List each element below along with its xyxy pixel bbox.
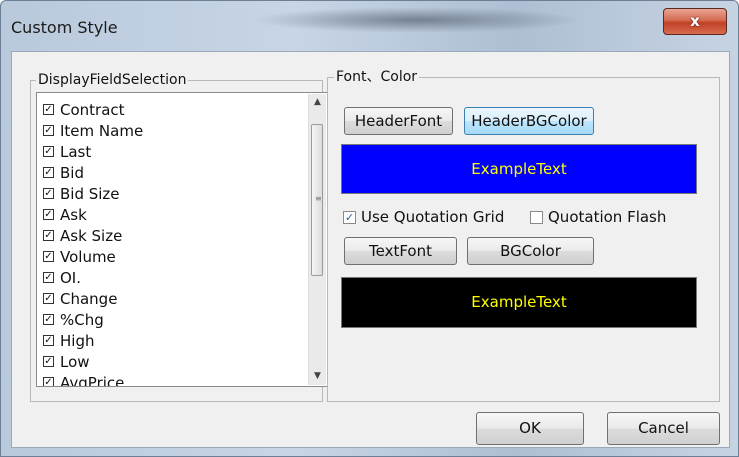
check-icon[interactable]: ✓ — [43, 167, 54, 178]
header-bgcolor-button[interactable]: HeaderBGColor — [464, 107, 594, 135]
check-icon[interactable]: ✓ — [43, 251, 54, 262]
list-item[interactable]: ✓ Ask Size — [43, 225, 283, 246]
list-item[interactable]: ✓ AvgPrice — [43, 372, 283, 387]
list-item[interactable]: ✓ Last — [43, 141, 283, 162]
field-label: OI. — [60, 268, 81, 287]
field-listbox[interactable]: ✓ Contract ✓ Item Name ✓ Last ✓ Bid ✓ Bid Size ✓ As… — [36, 92, 328, 387]
scrollbar-thumb[interactable]: ≡ — [311, 124, 323, 276]
check-icon[interactable]: ✓ — [43, 146, 54, 157]
field-label: Volume — [60, 247, 116, 266]
dialog-client-area: DisplayFieldSelection ✓ Contract ✓ Item Nam… — [11, 51, 730, 448]
close-button[interactable]: x — [663, 8, 727, 35]
field-label: AvgPrice — [60, 373, 125, 387]
bgcolor-button[interactable]: BGColor — [467, 237, 594, 265]
list-item[interactable]: ✓ %Chg — [43, 309, 283, 330]
check-icon[interactable]: ✓ — [43, 293, 54, 304]
use-quotation-grid-checkbox[interactable]: ✓ Use Quotation Grid — [343, 208, 504, 226]
field-label: Bid — [60, 163, 84, 182]
cancel-button[interactable]: Cancel — [607, 412, 720, 445]
text-font-button[interactable]: TextFont — [344, 237, 457, 265]
field-label: Low — [60, 352, 90, 371]
list-item[interactable]: ✓ Contract — [43, 99, 283, 120]
check-icon[interactable]: ✓ — [43, 314, 54, 325]
field-label: Ask Size — [60, 226, 123, 245]
check-icon: ✓ — [343, 210, 356, 224]
field-label: %Chg — [60, 310, 104, 329]
window-title: Custom Style — [11, 18, 118, 37]
titlebar-shading — [251, 7, 581, 33]
check-icon[interactable]: ✓ — [43, 104, 54, 115]
list-item[interactable]: ✓ Low — [43, 351, 283, 372]
check-icon[interactable]: ✓ — [43, 230, 54, 241]
field-label: Change — [60, 289, 118, 308]
use-quotation-grid-label: Use Quotation Grid — [361, 208, 505, 226]
dialog-window: Custom Style x DisplayFieldSelection ✓ Co… — [0, 0, 739, 457]
list-item[interactable]: ✓ High — [43, 330, 283, 351]
list-scrollbar[interactable]: ▲ ≡ ▼ — [308, 94, 326, 385]
list-item[interactable]: ✓ Volume — [43, 246, 283, 267]
list-item[interactable]: ✓ Bid — [43, 162, 283, 183]
arrow-down-icon[interactable]: ▼ — [309, 368, 326, 385]
list-item[interactable]: ✓ Bid Size — [43, 183, 283, 204]
check-icon[interactable]: ✓ — [43, 209, 54, 220]
check-icon[interactable]: ✓ — [43, 188, 54, 199]
list-item[interactable]: ✓ Ask — [43, 204, 283, 225]
title-bar[interactable]: Custom Style x — [1, 1, 738, 51]
grip-icon: ≡ — [315, 194, 322, 203]
list-item[interactable]: ✓ OI. — [43, 267, 283, 288]
header-example-text: ExampleText — [341, 144, 697, 194]
text-example-text: ExampleText — [341, 277, 697, 328]
field-label: Contract — [60, 100, 125, 119]
header-font-button[interactable]: HeaderFont — [344, 107, 453, 135]
ok-button[interactable]: OK — [476, 412, 584, 445]
field-label: Last — [60, 142, 92, 161]
font-color-legend: Font、Color — [334, 69, 420, 86]
list-item[interactable]: ✓ Change — [43, 288, 283, 309]
quotation-flash-label: Quotation Flash — [548, 208, 667, 226]
field-label: Ask — [60, 205, 87, 224]
arrow-up-icon[interactable]: ▲ — [309, 94, 326, 111]
check-icon[interactable]: ✓ — [43, 377, 54, 386]
field-label: Item Name — [60, 121, 144, 140]
check-icon[interactable]: ✓ — [43, 272, 54, 283]
field-list: ✓ Contract ✓ Item Name ✓ Last ✓ Bid ✓ Bid Size ✓ As… — [43, 99, 283, 387]
field-label: Bid Size — [60, 184, 120, 203]
check-icon[interactable]: ✓ — [43, 125, 54, 136]
check-icon[interactable]: ✓ — [43, 356, 54, 367]
field-label: High — [60, 331, 95, 350]
list-item[interactable]: ✓ Item Name — [43, 120, 283, 141]
quotation-flash-checkbox[interactable]: Quotation Flash — [530, 208, 666, 226]
display-field-legend: DisplayFieldSelection — [36, 72, 189, 89]
unchecked-box-icon — [530, 210, 543, 224]
check-icon[interactable]: ✓ — [43, 335, 54, 346]
